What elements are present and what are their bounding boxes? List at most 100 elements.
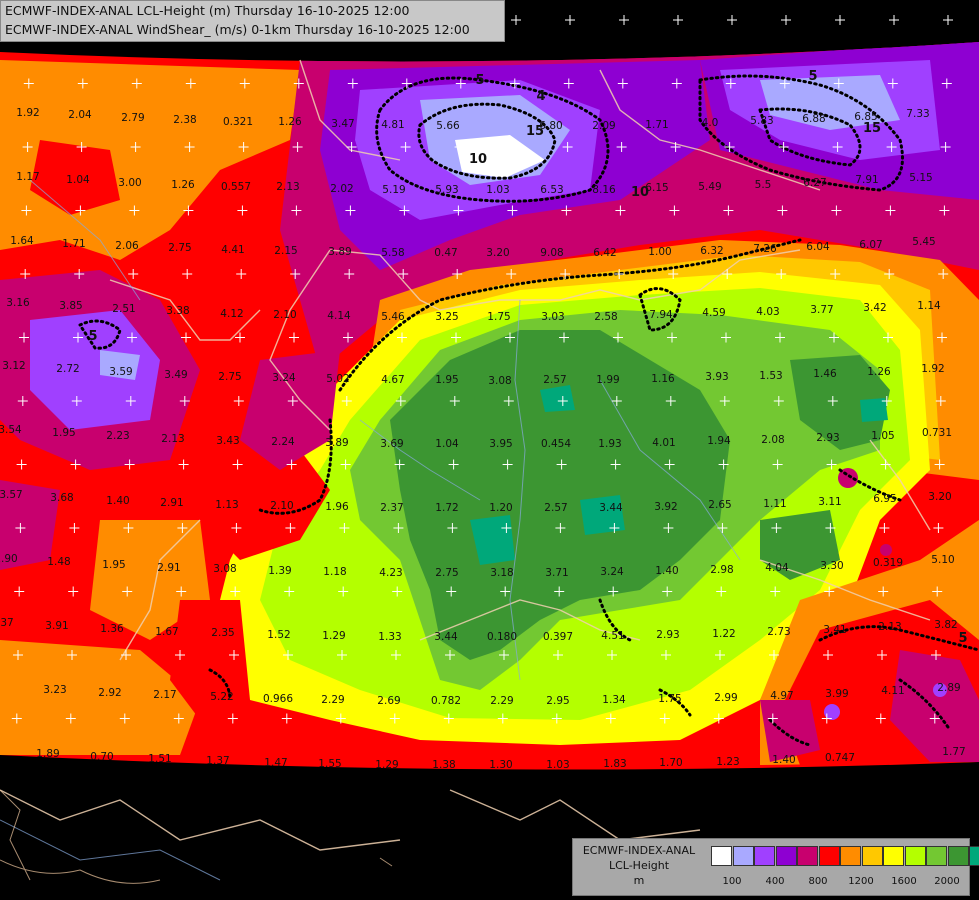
lcl-value-label: 8.16 xyxy=(592,184,616,196)
legend-unit: m xyxy=(633,874,645,887)
lcl-value-label: 2.92 xyxy=(98,687,121,699)
lcl-value-label: 1.90 xyxy=(0,553,18,565)
lcl-value-label: 1.92 xyxy=(921,363,944,375)
legend-tick-label: 100 xyxy=(722,876,742,887)
lcl-value-label: 0.966 xyxy=(263,693,293,705)
lcl-value-label: 3.20 xyxy=(486,247,509,259)
lcl-value-label: 1.38 xyxy=(432,759,455,771)
legend-tick-label: 2000 xyxy=(934,876,960,887)
lcl-value-label: 1.77 xyxy=(942,746,965,758)
lcl-value-label: 3.42 xyxy=(863,302,886,314)
wind-shear-contour-label: 10 xyxy=(469,152,487,167)
map-header: ECMWF-INDEX-ANAL LCL-Height (m) Thursday… xyxy=(0,0,505,42)
wind-shear-contour-label: 4 xyxy=(536,89,545,104)
wind-shear-contour-label: 5 xyxy=(475,73,484,88)
lcl-value-label: 3.23 xyxy=(43,684,66,696)
lcl-value-label: 1.18 xyxy=(323,566,346,578)
lcl-value-label: 4.04 xyxy=(765,562,789,574)
lcl-value-label: 1.04 xyxy=(66,174,90,186)
lcl-value-label: 3.00 xyxy=(118,177,141,189)
lcl-value-label: 3.24 xyxy=(272,372,296,384)
lcl-value-label: 4.41 xyxy=(221,244,244,256)
lcl-value-label: 1.17 xyxy=(16,171,39,183)
lcl-value-label: 3.82 xyxy=(934,619,957,631)
lcl-value-label: 3.38 xyxy=(166,305,189,317)
lcl-value-label: 1.93 xyxy=(598,438,621,450)
lcl-value-label: 5.58 xyxy=(381,247,404,259)
lcl-value-label: 2.24 xyxy=(271,436,295,448)
lcl-value-label: 1.96 xyxy=(325,501,349,513)
lcl-value-label: 5.19 xyxy=(382,184,405,196)
lcl-value-label: 2.65 xyxy=(708,499,731,511)
lcl-value-label: 2.29 xyxy=(490,695,513,707)
lcl-value-label: 1.30 xyxy=(489,759,512,771)
lcl-value-label: 2.91 xyxy=(160,497,183,509)
lcl-value-label: 2.57 xyxy=(543,374,566,386)
lcl-value-label: 5.45 xyxy=(912,236,935,248)
lcl-value-label: 3.43 xyxy=(216,435,239,447)
legend-swatch xyxy=(754,846,775,866)
lcl-value-label: 9.08 xyxy=(540,247,563,259)
lcl-value-label: 2.02 xyxy=(330,183,353,195)
legend-swatch xyxy=(840,846,861,866)
lcl-value-label: 2.73 xyxy=(767,626,790,638)
lcl-value-label: 1.75 xyxy=(658,693,681,705)
lcl-value-label: 2.13 xyxy=(161,433,184,445)
legend-ticks: 100 400 800 1200 1600 2000 xyxy=(711,876,971,890)
legend-swatch xyxy=(969,846,979,866)
lcl-value-label: 3.93 xyxy=(705,371,728,383)
lcl-value-label: 1.14 xyxy=(917,300,941,312)
lcl-value-label: 2.37 xyxy=(380,502,403,514)
lcl-value-label: 3.69 xyxy=(380,438,403,450)
lcl-value-label: 0.397 xyxy=(543,631,573,643)
lcl-value-label: 1.94 xyxy=(707,435,731,447)
lcl-value-label: 7.26 xyxy=(753,243,777,255)
lcl-value-label: 3.99 xyxy=(825,688,848,700)
lcl-value-label: 3.03 xyxy=(541,311,564,323)
lcl-value-label: 2.93 xyxy=(816,432,839,444)
legend-swatch xyxy=(926,846,947,866)
lcl-value-label: 5.5 xyxy=(755,179,772,191)
lcl-value-label: 4.11 xyxy=(881,685,904,697)
lcl-value-label: 3.91 xyxy=(45,620,68,632)
lcl-value-label: 0.321 xyxy=(223,116,253,128)
lcl-value-label: 1.46 xyxy=(813,368,837,380)
lcl-value-label: 2.09 xyxy=(592,120,615,132)
lcl-value-label: 5.15 xyxy=(909,172,932,184)
lcl-value-label: 3.89 xyxy=(328,246,351,258)
lcl-value-label: 4.97 xyxy=(770,690,793,702)
legend-tick-label: 400 xyxy=(765,876,785,887)
lcl-value-label: 1.55 xyxy=(318,758,341,770)
legend-tick-label: 800 xyxy=(808,876,828,887)
header-line-windshear: ECMWF-INDEX-ANAL WindShear_ (m/s) 0-1km … xyxy=(5,22,470,37)
lcl-value-label: 1.40 xyxy=(655,565,678,577)
wind-shear-contour-label: 5 xyxy=(88,329,97,344)
lcl-value-label: 3.44 xyxy=(434,631,458,643)
lcl-value-label: 1.48 xyxy=(47,556,70,568)
lcl-value-label: 6.27 xyxy=(803,177,826,189)
legend-swatch xyxy=(818,846,840,866)
lcl-value-label: 5.93 xyxy=(435,184,458,196)
lcl-value-label: 3.20 xyxy=(928,491,951,503)
lcl-value-label: 0.454 xyxy=(541,438,571,450)
lcl-value-label: 2.51 xyxy=(112,303,135,315)
lcl-value-label: 2.08 xyxy=(761,434,784,446)
wind-shear-contour-label: 5 xyxy=(808,69,817,84)
lcl-value-label: 5.46 xyxy=(381,311,405,323)
legend-title: ECMWF-INDEX-ANAL LCL-Height m xyxy=(573,843,705,888)
legend-swatch xyxy=(797,846,818,866)
lcl-value-label: 2.69 xyxy=(377,695,400,707)
lcl-value-label: 1.39 xyxy=(268,565,291,577)
lcl-value-label: 0.70 xyxy=(90,751,113,763)
lcl-value-label: 1.72 xyxy=(435,502,458,514)
lcl-value-label: 2.72 xyxy=(56,363,79,375)
lcl-value-label: 3.30 xyxy=(820,560,843,572)
color-legend: ECMWF-INDEX-ANAL LCL-Height m 100 400 800 1… xyxy=(572,838,979,896)
legend-tick-label: 1200 xyxy=(848,876,874,887)
lcl-value-label: 1.37 xyxy=(206,755,229,767)
lcl-value-label: 2.04 xyxy=(68,109,92,121)
lcl-value-label: 1.40 xyxy=(106,495,129,507)
lcl-value-label: 6.07 xyxy=(859,239,882,251)
lcl-value-label: 2.23 xyxy=(106,430,129,442)
header-line-lcl: ECMWF-INDEX-ANAL LCL-Height (m) Thursday… xyxy=(5,3,410,18)
